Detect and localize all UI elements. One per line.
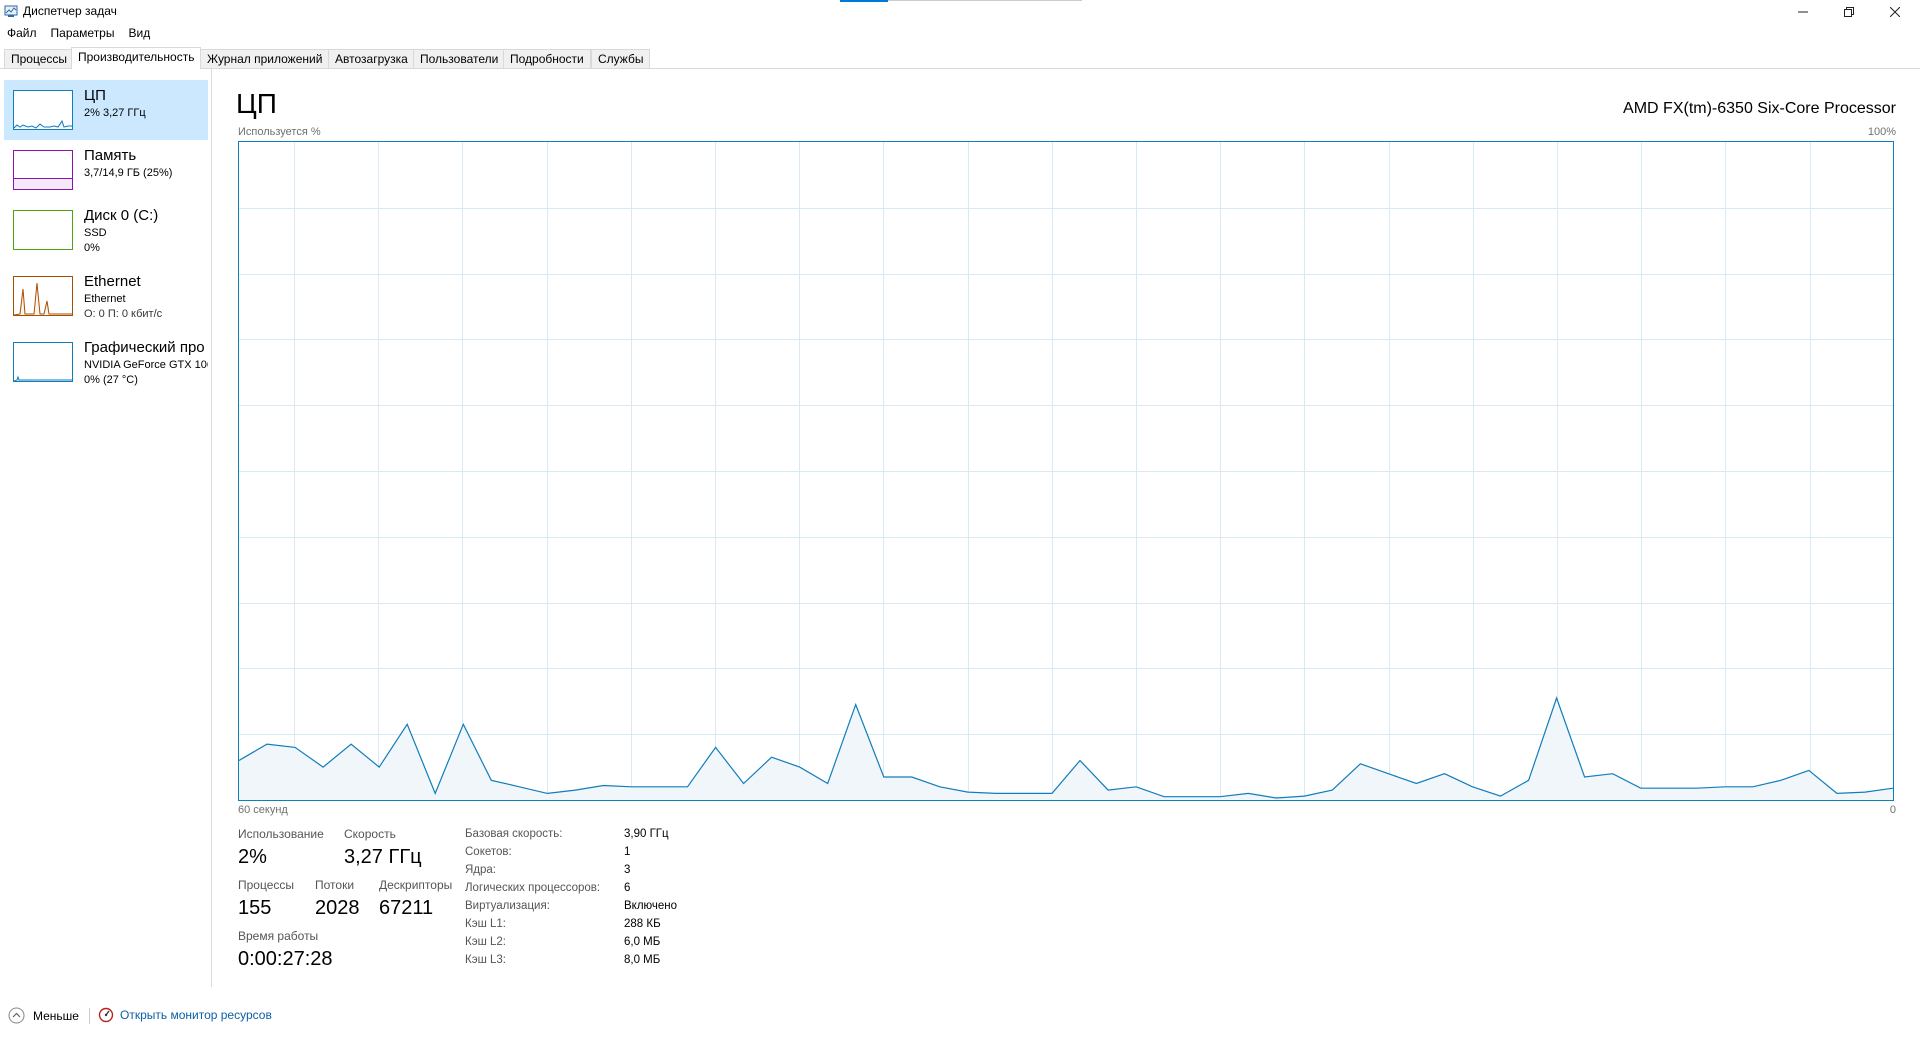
detail-value: 8,0 МБ — [624, 954, 661, 966]
detail-value: Включено — [624, 900, 678, 912]
fewer-details-button[interactable]: Меньше — [8, 1007, 79, 1024]
ethernet-thumbnail — [13, 276, 73, 316]
sidebar-item-sub: NVIDIA GeForce GTX 106 — [84, 359, 208, 371]
detail-value: 6,0 МБ — [624, 936, 661, 948]
y-axis-label: Используется % — [238, 126, 321, 138]
minimize-icon — [1798, 11, 1808, 13]
tab-startup[interactable]: Автозагрузка — [328, 49, 415, 68]
sidebar-item-cpu[interactable]: ЦП 2% 3,27 ГГц — [4, 80, 208, 140]
cpu-chart-svg — [238, 142, 1894, 800]
menu-options[interactable]: Параметры — [44, 24, 122, 44]
detail-label: Виртуализация: — [465, 900, 550, 912]
tab-processes[interactable]: Процессы — [4, 49, 75, 68]
sidebar-item-sub: 2% 3,27 ГГц — [84, 107, 146, 119]
sidebar-item-gpu[interactable]: Графический про NVIDIA GeForce GTX 106 0… — [4, 332, 208, 392]
speed-label: Скорость — [344, 827, 396, 841]
threads-value: 2028 — [315, 897, 360, 919]
detail-label: Кэш L2: — [465, 936, 506, 948]
window-title: Диспетчер задач — [23, 4, 117, 18]
sidebar-item-sub: SSD — [84, 227, 107, 239]
sidebar-item-disk[interactable]: Диск 0 (C:) SSD 0% — [4, 200, 208, 260]
detail-label: Логических процессоров: — [465, 882, 601, 894]
detail-value: 288 КБ — [624, 918, 661, 930]
footer-divider — [89, 1008, 90, 1024]
chevron-up-icon — [8, 1007, 25, 1024]
detail-value: 6 — [624, 882, 631, 894]
memory-thumbnail — [13, 150, 73, 190]
detail-label: Ядра: — [465, 864, 497, 876]
tab-strip: Процессы Производительность Журнал прило… — [0, 47, 1920, 69]
detail-value: 3,90 ГГц — [624, 828, 669, 840]
detail-label: Кэш L1: — [465, 918, 506, 930]
close-button[interactable] — [1872, 0, 1918, 24]
tab-services[interactable]: Службы — [591, 49, 651, 68]
processes-label: Процессы — [238, 878, 295, 892]
detail-label: Кэш L3: — [465, 954, 506, 966]
detail-value: 3 — [624, 864, 631, 876]
menu-file[interactable]: Файл — [0, 24, 44, 44]
speed-value: 3,27 ГГц — [344, 846, 422, 868]
detail-value: 1 — [624, 846, 631, 858]
sidebar-item-sub: 3,7/14,9 ГБ (25%) — [84, 167, 173, 179]
sidebar-item-memory[interactable]: Память 3,7/14,9 ГБ (25%) — [4, 140, 208, 200]
minimize-button[interactable] — [1780, 0, 1826, 24]
menu-bar: Файл Параметры Вид — [0, 24, 157, 44]
tab-app-history[interactable]: Журнал приложений — [200, 49, 330, 68]
x-axis-right-label: 0 — [1889, 804, 1896, 816]
processes-value: 155 — [238, 897, 272, 919]
handles-label: Дескрипторы — [379, 878, 453, 892]
resource-monitor-icon — [98, 1007, 114, 1023]
resource-sidebar: ЦП 2% 3,27 ГГц Память 3,7/14,9 ГБ (25%) … — [0, 69, 212, 987]
title-accent — [840, 0, 888, 2]
y-axis-max-label: 100% — [1867, 126, 1896, 138]
uptime-label: Время работы — [238, 929, 319, 943]
sidebar-item-title: Графический про — [84, 339, 205, 356]
restore-button[interactable] — [1826, 0, 1872, 24]
disk-thumbnail — [13, 210, 73, 250]
usage-value: 2% — [238, 846, 267, 868]
detail-label: Сокетов: — [465, 846, 512, 858]
detail-label: Базовая скорость: — [465, 828, 563, 840]
x-axis-left-label: 60 секунд — [238, 804, 288, 816]
cpu-usage-area — [239, 698, 1893, 800]
cpu-model-name: AMD FX(tm)-6350 Six-Core Processor — [1623, 100, 1896, 117]
fewer-details-label: Меньше — [33, 1008, 79, 1023]
restore-icon — [1844, 7, 1854, 17]
sidebar-item-title: ЦП — [84, 87, 106, 104]
sidebar-item-sub: Ethernet — [84, 293, 126, 305]
open-resource-monitor-label: Открыть монитор ресурсов — [120, 1008, 272, 1022]
cpu-thumbnail — [13, 90, 73, 130]
threads-label: Потоки — [315, 878, 355, 892]
sidebar-item-sub2: О: 0 П: 0 кбит/с — [84, 308, 163, 320]
tab-details[interactable]: Подробности — [503, 49, 591, 68]
uptime-value: 0:00:27:28 — [238, 948, 333, 970]
close-icon — [1890, 7, 1900, 17]
gpu-thumbnail — [13, 342, 73, 382]
sidebar-item-sub2: 0% — [84, 242, 100, 254]
tab-performance[interactable]: Производительность — [71, 47, 202, 69]
menu-view[interactable]: Вид — [121, 24, 157, 44]
handles-value: 67211 — [379, 897, 434, 919]
cpu-usage-graph — [238, 141, 1894, 801]
sidebar-item-title: Диск 0 (C:) — [84, 207, 159, 224]
sidebar-item-title: Ethernet — [84, 273, 141, 290]
title-bar: Диспетчер задач — [0, 0, 1920, 24]
footer-bar: Меньше Открыть монитор ресурсов — [0, 1002, 1920, 1032]
task-manager-icon — [4, 5, 18, 17]
sidebar-item-sub2: 0% (27 °C) — [84, 374, 138, 386]
page-title: ЦП — [236, 88, 277, 119]
title-accent-line — [888, 0, 1082, 1]
tab-users[interactable]: Пользователи — [413, 49, 506, 68]
graph-grid — [239, 142, 1893, 800]
open-resource-monitor-link[interactable]: Открыть монитор ресурсов — [98, 1007, 272, 1023]
sidebar-item-title: Память — [84, 147, 137, 164]
sidebar-item-ethernet[interactable]: Ethernet Ethernet О: 0 П: 0 кбит/с — [4, 266, 208, 326]
usage-label: Использование — [238, 827, 324, 841]
